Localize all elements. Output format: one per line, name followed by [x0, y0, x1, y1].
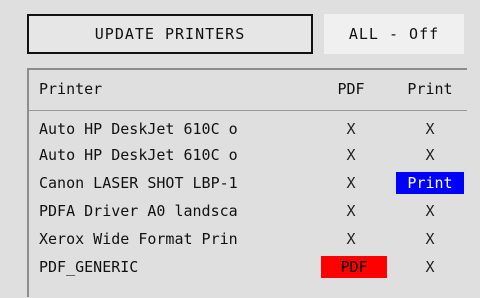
pdf-toggle[interactable]: X	[346, 120, 355, 138]
header-printer: Printer	[39, 80, 103, 98]
pdf-toggle-active[interactable]: PDF	[321, 256, 387, 278]
printer-name: PDF_GENERIC	[39, 258, 139, 276]
print-toggle[interactable]: X	[425, 258, 434, 276]
update-printers-button[interactable]: UPDATE PRINTERS	[27, 14, 313, 54]
print-toggle[interactable]: X	[425, 202, 434, 220]
header-divider	[29, 110, 467, 111]
table-row: Auto HP DeskJet 610C o X X	[29, 142, 467, 168]
header-pdf: PDF	[337, 80, 365, 98]
pdf-toggle[interactable]: X	[346, 202, 355, 220]
pdf-toggle[interactable]: X	[346, 174, 355, 192]
table-row: Auto HP DeskJet 610C o X X	[29, 116, 467, 142]
printer-name: PDFA Driver A0 landsca	[39, 202, 238, 220]
print-toggle[interactable]: X	[425, 120, 434, 138]
print-toggle[interactable]: X	[425, 230, 434, 248]
print-toggle-active[interactable]: Print	[396, 172, 464, 194]
table-row: PDF_GENERIC PDF X	[29, 254, 467, 280]
table-row: PDFA Driver A0 landsca X X	[29, 198, 467, 224]
printer-name: Auto HP DeskJet 610C o	[39, 146, 238, 164]
table-row: Xerox Wide Format Prin X X	[29, 226, 467, 252]
printer-table: Printer PDF Print Auto HP DeskJet 610C o…	[27, 68, 467, 297]
all-off-button[interactable]: ALL - Off	[324, 14, 464, 54]
printer-name: Canon LASER SHOT LBP-1	[39, 174, 238, 192]
printer-panel: UPDATE PRINTERS ALL - Off Printer PDF Pr…	[0, 0, 480, 298]
print-toggle[interactable]: X	[425, 146, 434, 164]
pdf-toggle[interactable]: X	[346, 230, 355, 248]
table-row: Canon LASER SHOT LBP-1 X Print	[29, 170, 467, 196]
printer-name: Xerox Wide Format Prin	[39, 230, 238, 248]
printer-name: Auto HP DeskJet 610C o	[39, 120, 238, 138]
table-header: Printer PDF Print	[29, 76, 467, 102]
pdf-toggle[interactable]: X	[346, 146, 355, 164]
header-print: Print	[407, 80, 453, 98]
